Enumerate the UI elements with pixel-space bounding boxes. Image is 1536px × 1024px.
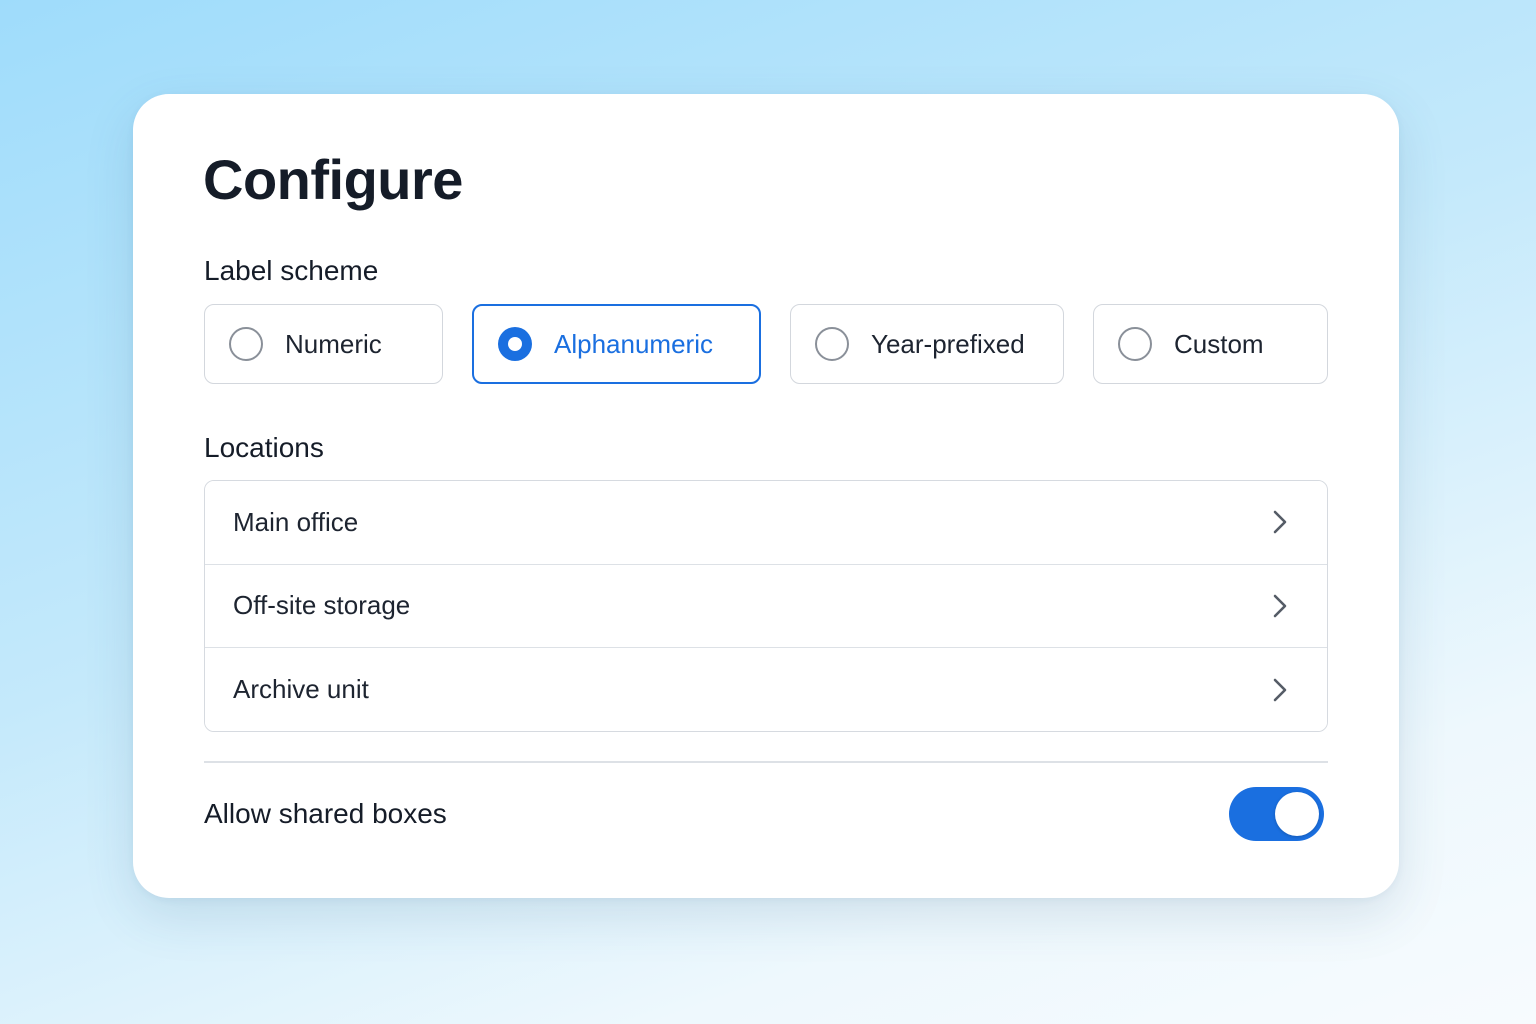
radio-circle-selected [498,327,532,361]
chevron-right-icon [1273,594,1287,618]
radio-option-numeric[interactable]: Numeric [204,304,443,384]
radio-option-custom[interactable]: Custom [1093,304,1328,384]
location-item-off-site-storage[interactable]: Off-site storage [205,564,1327,648]
section-divider [204,761,1328,763]
configure-card: Configure Label scheme Numeric Alphanume… [133,94,1399,898]
radio-option-label: Numeric [285,328,382,359]
radio-option-label: Custom [1174,328,1264,359]
chevron-right-icon [1273,678,1287,702]
label-scheme-radio-group: Numeric Alphanumeric Year-prefixed Custo… [204,304,1329,384]
radio-circle [815,327,849,361]
allow-shared-boxes-label: Allow shared boxes [204,798,447,829]
page-title: Configure [203,148,463,211]
location-item-label: Main office [233,506,359,537]
allow-shared-boxes-toggle[interactable] [1229,787,1324,841]
radio-option-label: Alphanumeric [554,328,713,359]
radio-option-year-prefixed[interactable]: Year-prefixed [790,304,1064,384]
radio-circle [229,327,263,361]
label-scheme-heading: Label scheme [204,255,379,286]
location-item-archive-unit[interactable]: Archive unit [205,648,1327,731]
toggle-knob [1275,792,1319,836]
radio-circle [1118,327,1152,361]
radio-option-label: Year-prefixed [871,328,1025,359]
locations-heading: Locations [204,432,324,463]
location-item-label: Off-site storage [233,590,411,621]
radio-option-alphanumeric[interactable]: Alphanumeric [472,304,761,384]
location-item-main-office[interactable]: Main office [205,481,1327,565]
location-item-label: Archive unit [233,674,369,705]
chevron-right-icon [1273,510,1287,534]
locations-list: Main office Off-site storage Archive uni… [204,480,1328,732]
